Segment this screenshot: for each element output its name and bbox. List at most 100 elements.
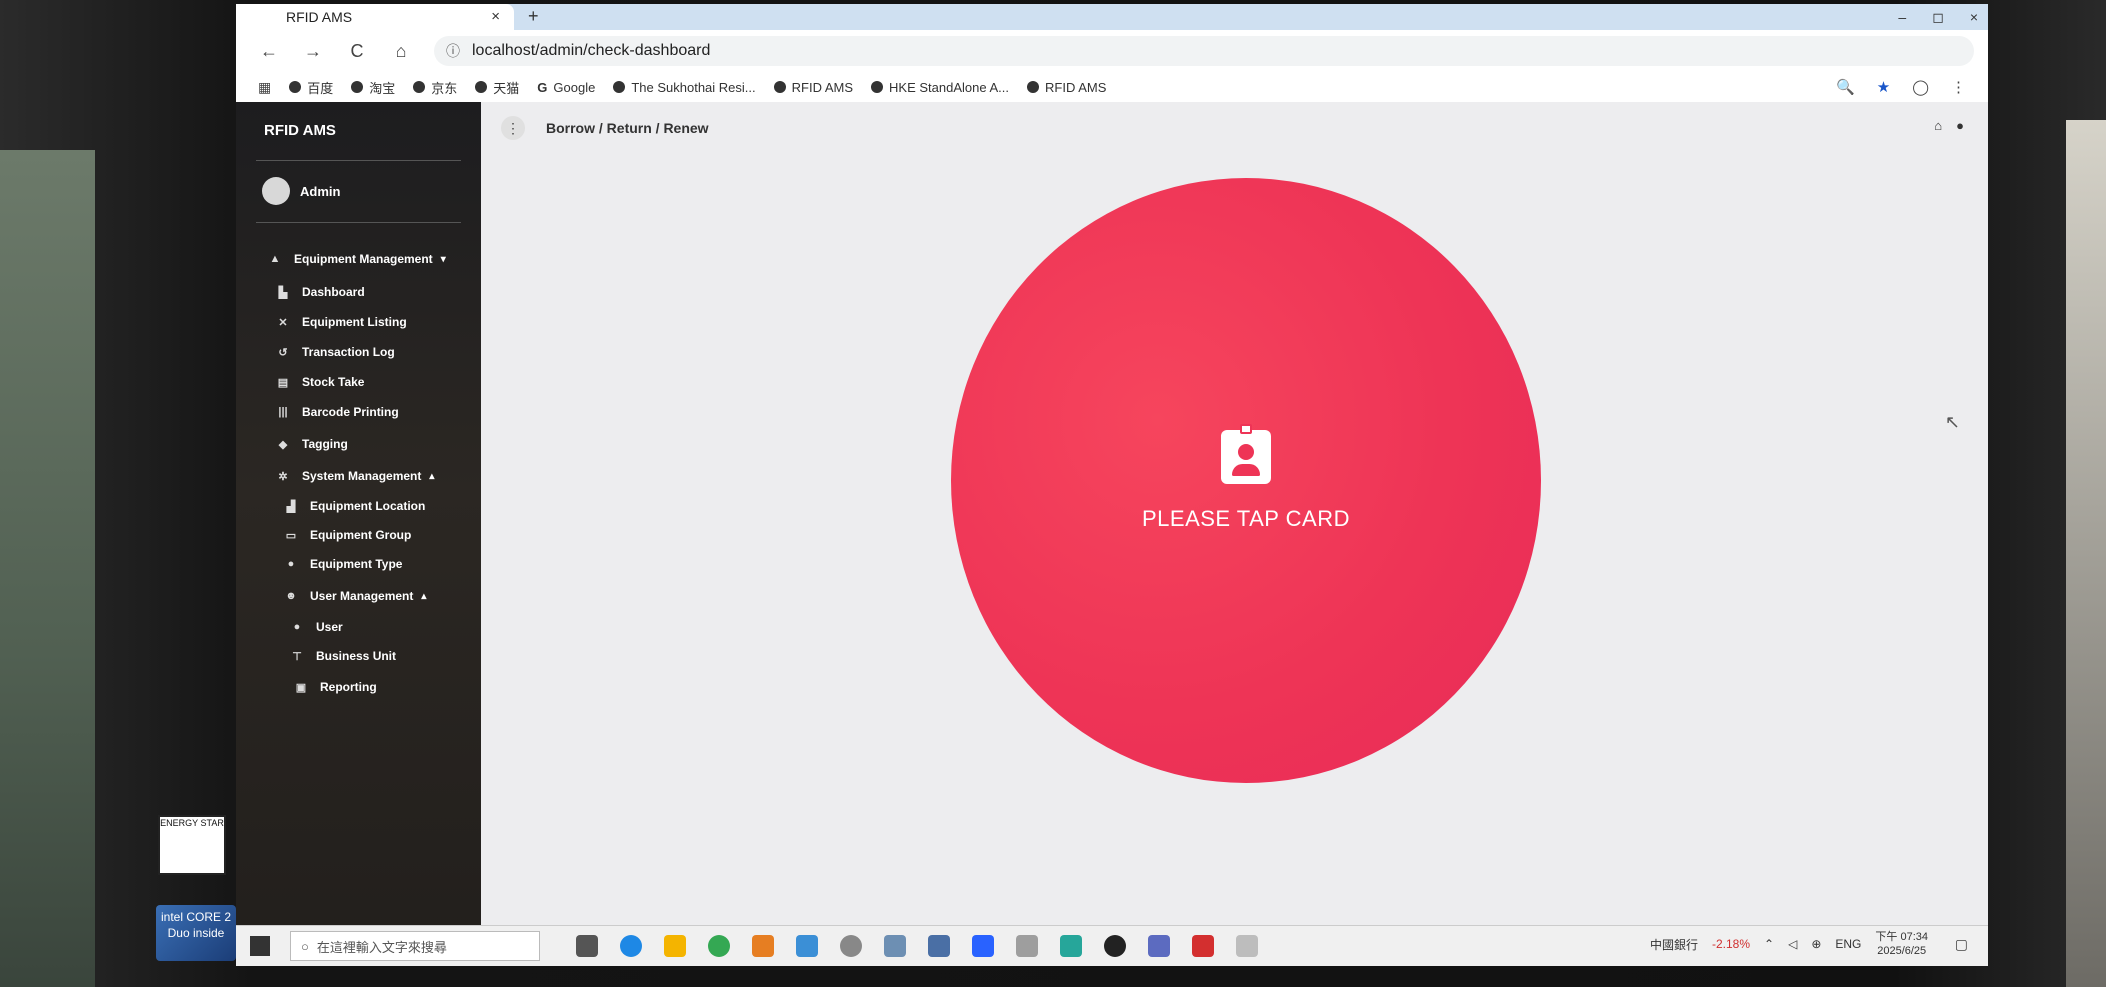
task-view-icon[interactable] bbox=[576, 935, 598, 957]
user-profile[interactable]: Admin bbox=[262, 177, 340, 205]
app-icon[interactable] bbox=[972, 935, 994, 957]
app-icon[interactable] bbox=[1192, 935, 1214, 957]
collapse-icon: ▾ bbox=[440, 253, 446, 265]
tag-icon: ◆ bbox=[278, 438, 288, 451]
sidebar: RFID AMS Admin ▲ Equipment Management ▾ ▙ D… bbox=[236, 102, 481, 966]
edge-icon[interactable] bbox=[620, 935, 642, 957]
dashboard-icon: ▙ bbox=[278, 286, 288, 299]
app-icon[interactable] bbox=[1236, 935, 1258, 957]
volume-icon[interactable]: ◁ bbox=[1788, 937, 1797, 951]
bookmark-item[interactable]: 淘宝 bbox=[351, 78, 395, 97]
taskbar-app-icons bbox=[576, 935, 1258, 957]
collapse-icon: ▴ bbox=[421, 590, 427, 602]
sidebar-item-equipment-group[interactable]: ▭ Equipment Group bbox=[282, 528, 412, 542]
windows-start-icon[interactable] bbox=[250, 936, 270, 956]
maximize-button[interactable]: ◻ bbox=[1932, 9, 1944, 26]
site-info-icon[interactable]: ⓘ bbox=[446, 41, 460, 61]
url-text[interactable]: localhost/admin/check-dashboard bbox=[472, 42, 710, 60]
bookmark-item[interactable]: G Google bbox=[537, 80, 595, 95]
sidebar-item-tagging[interactable]: ◆ Tagging bbox=[274, 437, 348, 451]
sidebar-item-reporting[interactable]: ▣ Reporting bbox=[292, 680, 377, 694]
browser-menu-icon[interactable]: ⋮ bbox=[1951, 78, 1966, 96]
header-icons: ⌂ ● bbox=[1934, 118, 1964, 133]
forward-button[interactable]: → bbox=[302, 41, 324, 62]
network-icon[interactable]: ⊕ bbox=[1811, 937, 1821, 951]
apps-grid-icon[interactable]: ▦ bbox=[258, 79, 271, 96]
globe-icon bbox=[871, 81, 884, 93]
taskbar-clock[interactable]: 下午 07:34 2025/6/25 bbox=[1875, 930, 1928, 958]
sitemap-icon: ⊤ bbox=[292, 650, 302, 663]
bookmark-item[interactable]: HKE StandAlone A... bbox=[871, 80, 1009, 95]
history-icon: ↺ bbox=[278, 346, 288, 359]
taskbar-search-input[interactable]: ○ 在這裡輸入文字來搜尋 bbox=[290, 931, 540, 961]
zoom-icon[interactable]: 🔍 bbox=[1836, 78, 1855, 96]
app-icon[interactable] bbox=[1016, 935, 1038, 957]
bookmark-item[interactable]: RFID AMS bbox=[1027, 80, 1106, 95]
globe-icon bbox=[1027, 81, 1040, 93]
clock-app-icon[interactable] bbox=[840, 935, 862, 957]
group-icon: ▭ bbox=[285, 529, 297, 542]
home-icon[interactable]: ⌂ bbox=[1934, 118, 1942, 133]
sidebar-toggle-button[interactable]: ⋮ bbox=[501, 116, 525, 140]
app-icon[interactable] bbox=[928, 935, 950, 957]
sidebar-item-stock-take[interactable]: ▤ Stock Take bbox=[274, 375, 365, 389]
globe-icon[interactable]: ● bbox=[1956, 118, 1964, 133]
back-button[interactable]: ← bbox=[258, 41, 280, 62]
reload-button[interactable]: C bbox=[346, 41, 368, 62]
sidebar-item-user-management[interactable]: ☻ User Management ▴ bbox=[282, 589, 426, 603]
address-bar[interactable]: ⓘ localhost/admin/check-dashboard bbox=[434, 36, 1974, 66]
language-indicator[interactable]: ENG bbox=[1835, 937, 1861, 951]
bookmark-item[interactable]: 天猫 bbox=[475, 78, 519, 97]
globe-icon bbox=[351, 81, 364, 93]
sidebar-divider bbox=[256, 160, 461, 161]
app-icon[interactable] bbox=[796, 935, 818, 957]
chevron-up-icon[interactable]: ⌃ bbox=[1764, 937, 1774, 951]
sidebar-item-equipment-location[interactable]: ▟ Equipment Location bbox=[282, 499, 426, 513]
sidebar-item-transaction-log[interactable]: ↺ Transaction Log bbox=[274, 345, 394, 359]
app-icon[interactable] bbox=[752, 935, 774, 957]
home-button[interactable]: ⌂ bbox=[390, 41, 412, 62]
close-window-button[interactable]: × bbox=[1970, 9, 1978, 25]
window-controls: – ◻ × bbox=[1898, 4, 1978, 30]
profile-icon[interactable]: ◯ bbox=[1912, 78, 1929, 96]
mouse-cursor-icon: ↖ bbox=[1944, 412, 1960, 432]
stock-widget-change: -2.18% bbox=[1712, 937, 1751, 951]
sidebar-item-user[interactable]: ● User bbox=[288, 620, 343, 634]
sidebar-item-equipment-type[interactable]: ● Equipment Type bbox=[282, 557, 403, 571]
sidebar-item-equipment-listing[interactable]: ✕ Equipment Listing bbox=[274, 315, 406, 329]
bookmark-star-icon[interactable]: ★ bbox=[1877, 78, 1890, 96]
app-icon[interactable] bbox=[884, 935, 906, 957]
windows-taskbar: ○ 在這裡輸入文字來搜尋 中國銀行 -2.18% ⌃ ◁ ⊕ ENG 下午 07… bbox=[236, 925, 1988, 966]
notification-icon[interactable]: ▢ bbox=[1955, 936, 1968, 953]
app-brand[interactable]: RFID AMS bbox=[264, 122, 336, 139]
sidebar-item-business-unit[interactable]: ⊤ Business Unit bbox=[288, 649, 396, 663]
tap-card-circle[interactable]: PLEASE TAP CARD bbox=[951, 178, 1541, 783]
bookmark-item[interactable]: The Sukhothai Resi... bbox=[613, 80, 756, 95]
globe-icon bbox=[475, 81, 488, 93]
globe-icon bbox=[413, 81, 426, 93]
users-icon: ☻ bbox=[285, 590, 297, 602]
user-icon: ● bbox=[293, 621, 301, 633]
sidebar-item-equipment-management[interactable]: ▲ Equipment Management ▾ bbox=[266, 252, 446, 266]
browser-tab[interactable]: RFID AMS × bbox=[236, 4, 514, 30]
sidebar-item-barcode-printing[interactable]: ||| Barcode Printing bbox=[274, 405, 398, 419]
tab-title: RFID AMS bbox=[286, 9, 353, 25]
chrome-icon[interactable] bbox=[708, 935, 730, 957]
bookmark-item[interactable]: 京东 bbox=[413, 78, 457, 97]
stock-widget-label[interactable]: 中國銀行 bbox=[1650, 936, 1698, 953]
sidebar-item-dashboard[interactable]: ▙ Dashboard bbox=[274, 285, 365, 299]
bookmark-item[interactable]: RFID AMS bbox=[773, 80, 853, 95]
tab-close-icon[interactable]: × bbox=[491, 8, 500, 25]
minimize-button[interactable]: – bbox=[1898, 9, 1906, 25]
sidebar-item-system-management[interactable]: ✲ System Management ▴ bbox=[274, 469, 434, 483]
user-name: Admin bbox=[300, 183, 341, 199]
app-icon[interactable] bbox=[1060, 935, 1082, 957]
bookmark-item[interactable]: 百度 bbox=[289, 78, 333, 97]
app-icon[interactable] bbox=[1148, 935, 1170, 957]
new-tab-button[interactable]: + bbox=[528, 6, 539, 27]
app-icon[interactable] bbox=[1104, 935, 1126, 957]
file-explorer-icon[interactable] bbox=[664, 935, 686, 957]
tap-card-prompt: PLEASE TAP CARD bbox=[1141, 505, 1351, 531]
id-badge-icon bbox=[1221, 423, 1271, 484]
globe-icon bbox=[773, 81, 786, 93]
